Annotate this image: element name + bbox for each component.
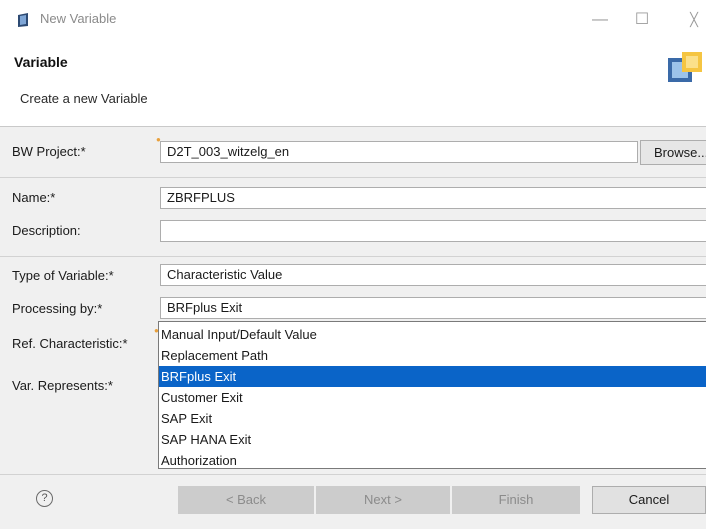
wizard-banner-icon (668, 52, 702, 82)
dropdown-option[interactable]: Replacement Path (159, 345, 706, 366)
cancel-button[interactable]: Cancel (592, 486, 706, 514)
name-field[interactable]: ZBRFPLUS (160, 187, 706, 209)
title-bar: New Variable — ☐ ╳ (0, 0, 706, 40)
dropdown-option[interactable]: Customer Exit (159, 387, 706, 408)
bw-project-label: BW Project:* (12, 144, 86, 159)
close-button[interactable]: ╳ (674, 6, 706, 34)
help-icon[interactable]: ? (36, 490, 53, 507)
processing-by-label: Processing by:* (12, 301, 103, 316)
type-of-variable-select[interactable]: Characteristic Value (160, 264, 706, 286)
page-description: Create a new Variable (20, 91, 148, 106)
name-label: Name:* (12, 190, 56, 205)
separator (0, 177, 706, 178)
description-field[interactable] (160, 220, 706, 242)
processing-by-dropdown-list[interactable]: Manual Input/Default Value Replacement P… (158, 321, 706, 469)
finish-button[interactable]: Finish (452, 486, 580, 514)
ref-characteristic-label: Ref. Characteristic:* (12, 336, 128, 351)
description-label: Description: (12, 223, 81, 238)
type-of-variable-label: Type of Variable:* (12, 268, 114, 283)
dropdown-option[interactable]: Authorization (159, 450, 706, 468)
dropdown-option-selected[interactable]: BRFplus Exit (159, 366, 706, 387)
back-button[interactable]: < Back (178, 486, 314, 514)
sap-variable-icon (18, 13, 28, 27)
bw-project-field[interactable]: D2T_003_witzelg_en (160, 141, 638, 163)
dropdown-option[interactable]: Manual Input/Default Value (159, 324, 706, 345)
browse-button[interactable]: Browse... (640, 140, 706, 165)
minimize-button[interactable]: — (580, 6, 620, 34)
processing-by-select[interactable]: BRFplus Exit (160, 297, 706, 319)
next-button[interactable]: Next > (316, 486, 450, 514)
maximize-button[interactable]: ☐ (622, 6, 662, 34)
var-represents-label: Var. Represents:* (12, 378, 113, 393)
dropdown-option[interactable]: SAP Exit (159, 408, 706, 429)
separator (0, 256, 706, 257)
dropdown-option[interactable]: SAP HANA Exit (159, 429, 706, 450)
wizard-header: Variable Create a new Variable (0, 40, 706, 127)
page-title: Variable (14, 54, 68, 70)
window-title: New Variable (40, 11, 117, 26)
footer-separator (0, 474, 706, 475)
